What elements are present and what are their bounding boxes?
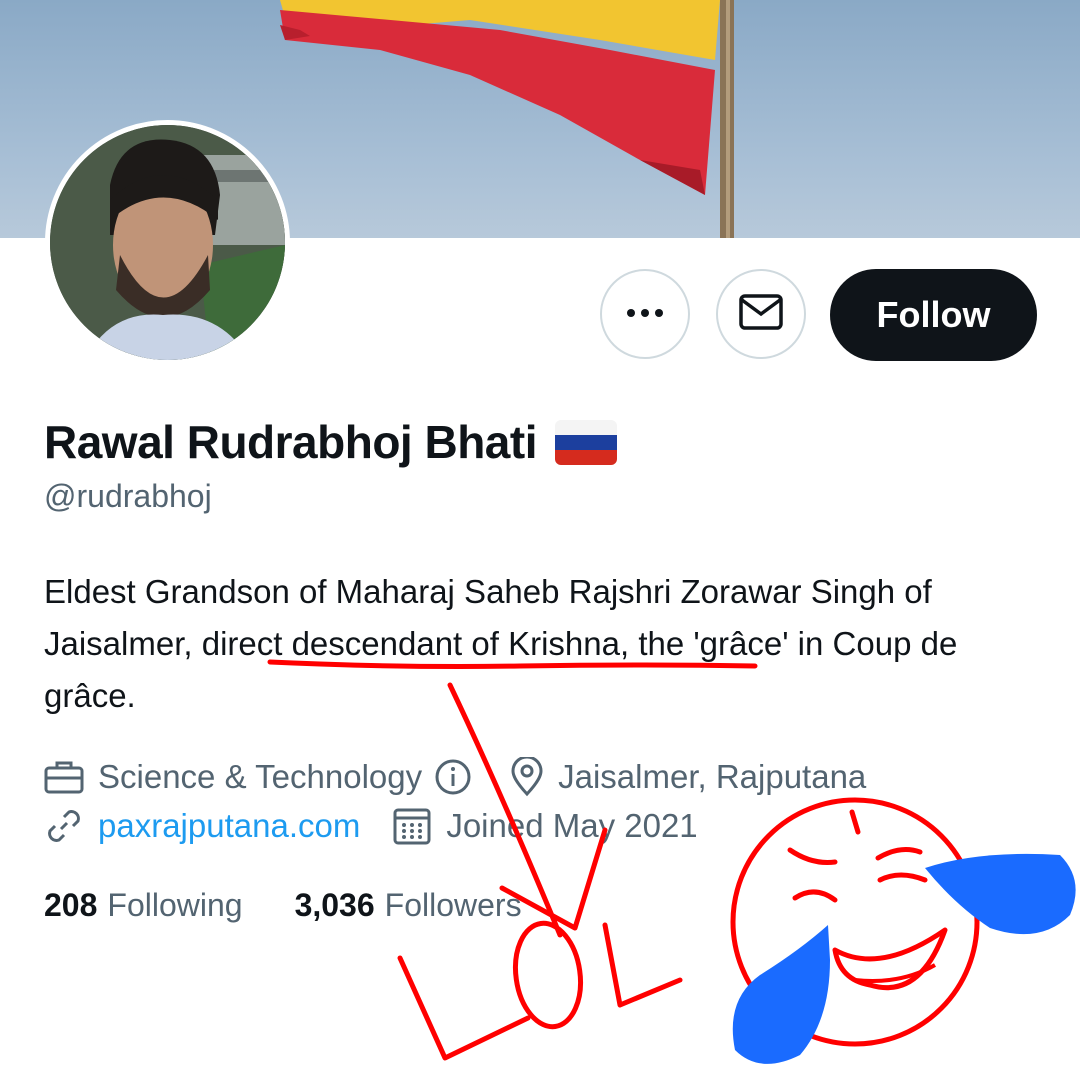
bio-highlighted-text: direct descendant of Krishna <box>201 625 620 662</box>
website-link[interactable]: paxrajputana.com <box>98 807 360 845</box>
more-button[interactable] <box>600 269 690 359</box>
follow-button[interactable]: Follow <box>830 269 1037 361</box>
location-pin-icon <box>511 757 543 797</box>
name-row: Rawal Rudrabhoj Bhati <box>44 410 617 474</box>
location-item: Jaisalmer, Rajputana <box>510 757 866 797</box>
follow-stats: 208 Following 3,036 Followers <box>44 882 522 928</box>
info-icon[interactable] <box>434 758 472 796</box>
following-count: 208 <box>44 886 98 923</box>
calendar-icon <box>393 808 431 845</box>
following-label: Following <box>107 886 243 923</box>
location-text: Jaisalmer, Rajputana <box>558 758 867 795</box>
followers-label: Followers <box>384 886 522 923</box>
profile-bio: Eldest Grandson of Maharaj Saheb Rajshri… <box>44 566 1054 722</box>
category-text: Science & Technology <box>98 758 423 795</box>
link-icon <box>48 810 80 842</box>
profile-meta-row: Science & Technology Jaisalmer, Rajputan… <box>44 754 866 800</box>
joined-text: Joined May 2021 <box>446 807 698 844</box>
profile-avatar[interactable] <box>45 120 290 365</box>
crying-laughing-face-drawing <box>730 797 1076 1064</box>
website-item: paxrajputana.com <box>44 806 360 846</box>
tear-right <box>925 853 1076 935</box>
briefcase-icon <box>44 761 84 794</box>
display-name: Rawal Rudrabhoj Bhati <box>44 416 537 468</box>
more-icon <box>625 305 665 323</box>
russia-flag-icon <box>554 419 617 465</box>
profile-meta-row-2: paxrajputana.com Joined May 2021 <box>44 803 698 849</box>
annotation-lol-text <box>397 920 683 1061</box>
followers-stat[interactable]: 3,036 Followers <box>295 887 522 924</box>
category-item: Science & Technology <box>44 758 472 796</box>
message-button[interactable] <box>716 269 806 359</box>
followers-count: 3,036 <box>294 886 375 923</box>
tear-left <box>732 925 830 1064</box>
joined-item: Joined May 2021 <box>392 806 698 846</box>
following-stat[interactable]: 208 Following <box>44 887 243 924</box>
envelope-icon <box>739 293 783 335</box>
user-handle: @rudrabhoj <box>44 478 212 514</box>
